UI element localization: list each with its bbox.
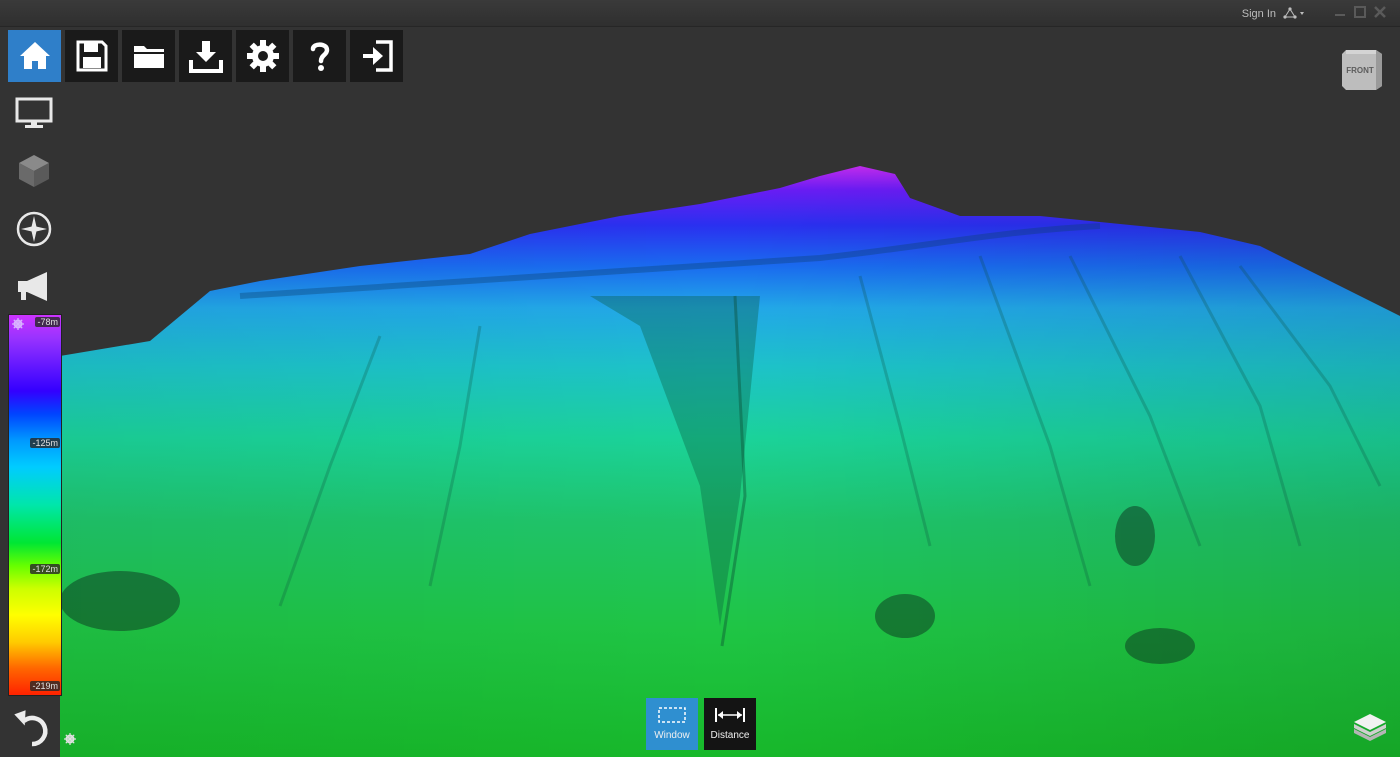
- gear-icon: [246, 40, 279, 72]
- legend-tick: -172m: [30, 564, 60, 574]
- download-button[interactable]: [179, 30, 232, 82]
- terrain-viewport[interactable]: [0, 26, 1400, 757]
- home-icon: [19, 42, 50, 69]
- view-cube-label: FRONT: [1346, 66, 1374, 75]
- distance-label: Distance: [710, 730, 750, 741]
- side-tools: [10, 90, 60, 322]
- display-button[interactable]: [10, 90, 58, 136]
- window-label: Window: [654, 730, 690, 741]
- settings-small-icon[interactable]: [64, 733, 76, 745]
- legend-tick: -219m: [30, 681, 60, 691]
- help-button[interactable]: [293, 30, 346, 82]
- help-icon: [310, 42, 329, 71]
- announce-button[interactable]: [10, 264, 58, 310]
- settings-button[interactable]: [236, 30, 289, 82]
- minimize-icon[interactable]: [1332, 5, 1348, 19]
- app-window: Sign In -78m -125m -172m -219m FRONT Win…: [0, 0, 1400, 757]
- main-toolbar: [8, 30, 403, 82]
- measure-tools: Window Distance: [646, 698, 756, 750]
- legend-tick: -78m: [35, 317, 60, 327]
- window-button[interactable]: Window: [646, 698, 698, 750]
- ruler-icon: [715, 708, 745, 722]
- undo-icon[interactable]: [12, 706, 54, 748]
- sign-in-link[interactable]: Sign In: [1242, 8, 1276, 20]
- megaphone-icon: [18, 272, 47, 301]
- legend-tick: -125m: [30, 438, 60, 448]
- monitor-icon: [15, 97, 53, 128]
- model-button[interactable]: [10, 148, 58, 194]
- download-icon: [188, 41, 223, 73]
- distance-button[interactable]: Distance: [704, 698, 756, 750]
- save-button[interactable]: [65, 30, 118, 82]
- network-icon[interactable]: [1283, 7, 1307, 19]
- maximize-icon[interactable]: [1352, 5, 1368, 19]
- view-cube[interactable]: FRONT: [1338, 44, 1386, 92]
- exit-icon: [362, 40, 393, 72]
- close-icon[interactable]: [1372, 5, 1388, 19]
- cube-icon: [19, 155, 49, 187]
- selection-window-icon: [658, 707, 686, 723]
- layers-icon[interactable]: [1352, 710, 1388, 744]
- depth-legend: -78m -125m -172m -219m: [8, 314, 62, 696]
- folder-icon: [133, 46, 164, 68]
- compass-icon: [16, 211, 52, 247]
- navigation-button[interactable]: [10, 206, 58, 252]
- home-button[interactable]: [8, 30, 61, 82]
- gear-icon[interactable]: [12, 318, 24, 330]
- title-bar: Sign In: [0, 0, 1400, 27]
- open-button[interactable]: [122, 30, 175, 82]
- save-icon: [76, 40, 107, 72]
- exit-button[interactable]: [350, 30, 403, 82]
